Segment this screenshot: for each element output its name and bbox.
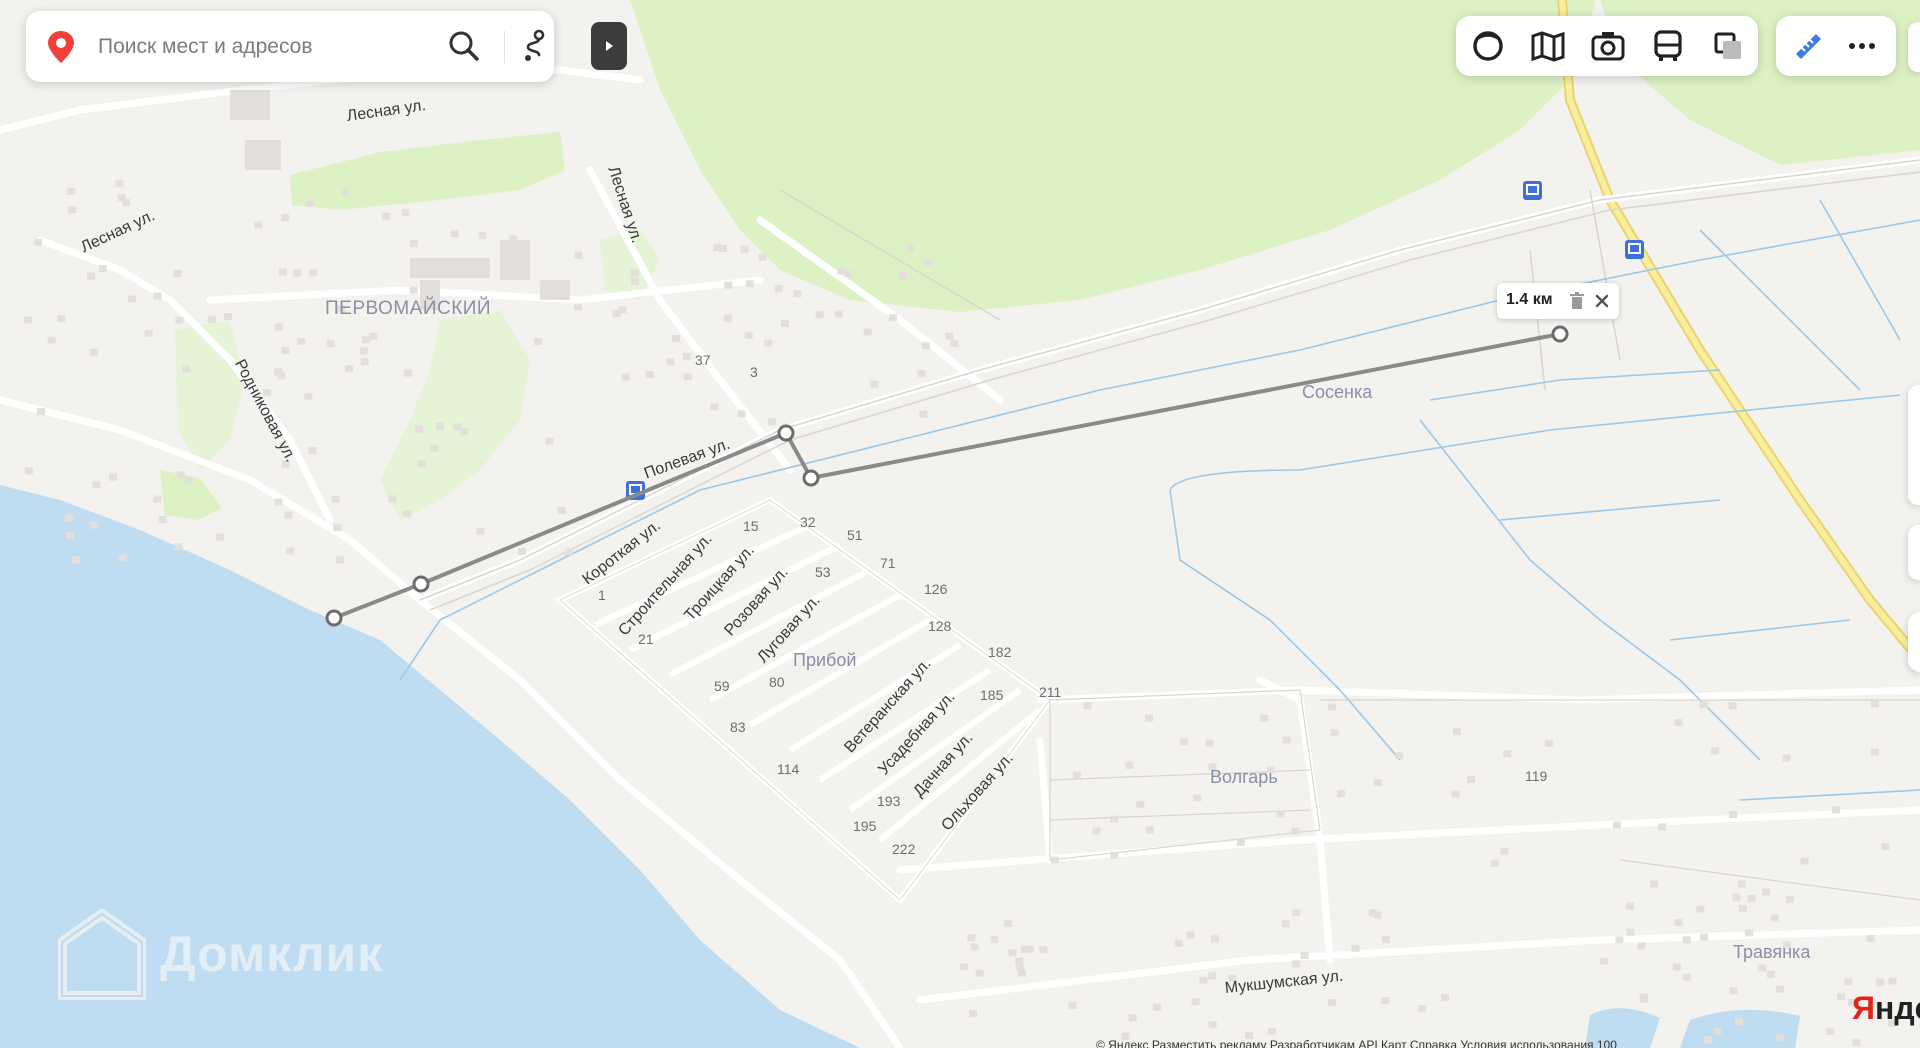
domclick-watermark: Домклик [58, 908, 383, 1000]
compass-control[interactable] [1908, 525, 1920, 580]
house-logo-icon [58, 909, 146, 1000]
close-icon[interactable] [1593, 292, 1611, 310]
collapse-panel-button[interactable] [591, 22, 627, 70]
ruler-icon[interactable] [1790, 28, 1826, 64]
satellite-icon[interactable] [1710, 28, 1746, 64]
watermark-text: Домклик [160, 926, 384, 982]
search-icon[interactable] [446, 28, 482, 64]
panorama-icon[interactable] [1470, 28, 1506, 64]
zoom-control[interactable] [1908, 385, 1920, 505]
map-base [0, 0, 1920, 1048]
public-transport-icon[interactable] [1650, 28, 1686, 64]
ruler-distance-label: 1.4 км [1506, 291, 1553, 308]
map-layers-panel [1456, 16, 1758, 76]
map-tools-panel [1776, 16, 1896, 76]
location-pin-icon [48, 31, 74, 63]
search-divider [504, 31, 505, 63]
photo-camera-icon[interactable] [1590, 28, 1626, 64]
ruler-distance-tooltip: 1.4 км [1497, 283, 1619, 319]
map-layers-icon[interactable] [1530, 28, 1566, 64]
yandex-logo[interactable]: Янде [1852, 990, 1920, 1027]
route-icon[interactable] [516, 28, 552, 64]
trash-icon[interactable] [1569, 292, 1585, 310]
bus-stop-icon [1625, 240, 1644, 259]
search-panel [26, 11, 554, 82]
bus-stop-icon [1523, 181, 1542, 200]
map-footer-links[interactable]: © Яндекс Разместить рекламу Разработчика… [1096, 1038, 1617, 1048]
search-input[interactable] [96, 29, 430, 65]
profile-button[interactable] [1908, 22, 1920, 72]
map-canvas[interactable]: ПЕРВОМАЙСКИЙ Сосенка Прибой Волгарь Трав… [0, 0, 1920, 1048]
play-arrow-icon [606, 41, 613, 51]
geolocation-button[interactable] [1908, 612, 1920, 672]
more-icon[interactable] [1844, 28, 1880, 64]
